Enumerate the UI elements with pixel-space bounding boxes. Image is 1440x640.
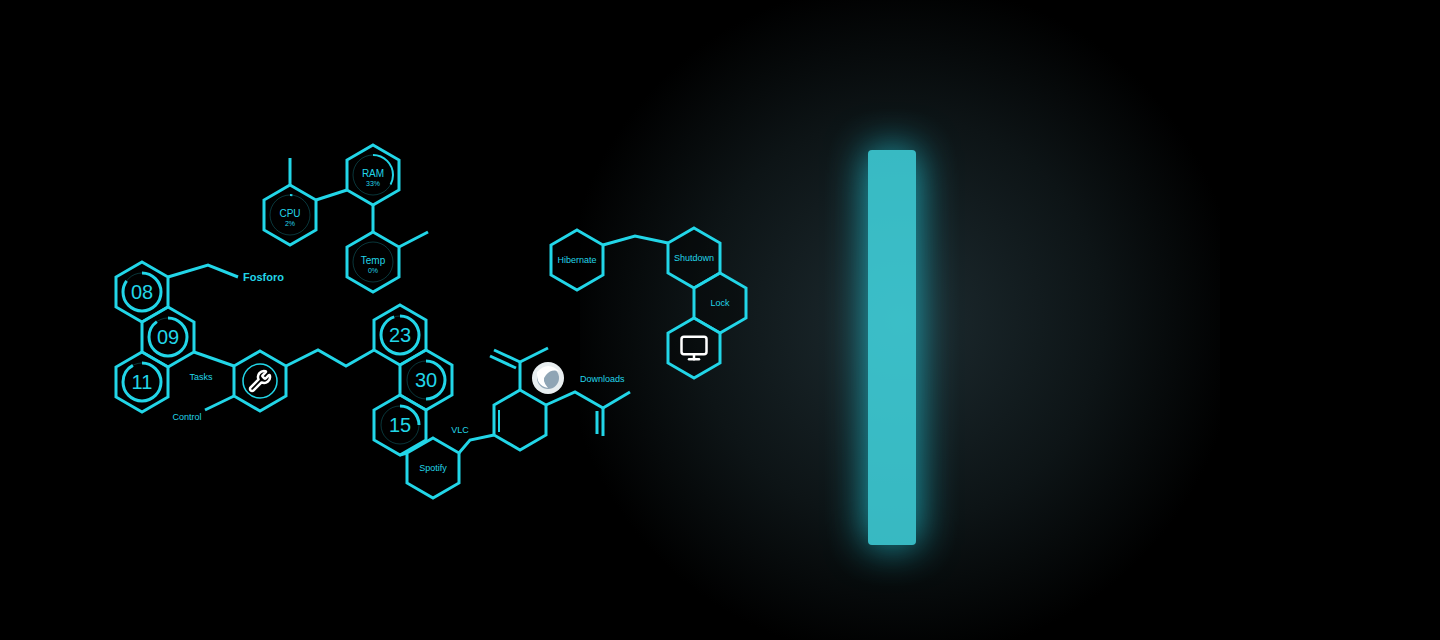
clock-ring <box>407 361 445 399</box>
tools-ring <box>243 364 277 398</box>
meter-ring <box>270 195 310 235</box>
computer-icon[interactable] <box>682 337 707 360</box>
firefox-icon[interactable] <box>532 362 564 394</box>
power-label[interactable]: Shutdown <box>674 253 714 263</box>
clock-ring <box>381 406 419 444</box>
date-ring <box>149 318 187 356</box>
launcher-label[interactable]: Control <box>172 412 201 422</box>
clock-value: 15 <box>389 414 411 436</box>
date-value: 11 <box>132 371 153 393</box>
date-ring <box>123 363 161 401</box>
power-hex[interactable] <box>551 230 603 290</box>
date-value: 09 <box>157 326 179 348</box>
meter-reading: 2% <box>285 220 295 227</box>
launcher-label[interactable]: Tasks <box>189 372 213 382</box>
date-label: Fosforo <box>243 271 284 283</box>
system-meter: Temp0% <box>347 232 399 292</box>
meter-hex <box>347 145 399 205</box>
system-meter: RAM33% <box>347 145 399 205</box>
wallpaper-photo <box>580 0 1220 640</box>
launcher-label[interactable]: Spotify <box>419 463 447 473</box>
launcher-label[interactable]: Downloads <box>580 374 625 384</box>
meter-ring <box>353 155 393 195</box>
rainmeter-widgets: CPU2% RAM33% Temp0% 08 09 11 Fosforo 23 30 15 Task… <box>0 0 1440 640</box>
connector-lines <box>168 158 668 455</box>
date-ring <box>123 273 161 311</box>
date-field: 11 <box>116 352 168 412</box>
meter-ring <box>353 242 393 282</box>
meter-label: RAM <box>362 168 384 179</box>
browser-hex <box>494 390 546 450</box>
power-button[interactable]: Hibernate <box>551 230 603 290</box>
spotify-hex[interactable] <box>407 438 459 498</box>
launcher-label[interactable]: VLC <box>451 425 469 435</box>
tools-hex[interactable] <box>234 351 286 411</box>
clock-value: 30 <box>415 369 437 391</box>
clock-value: 23 <box>389 324 411 346</box>
wrench-icon[interactable] <box>250 371 270 391</box>
meter-label: CPU <box>279 208 300 219</box>
clock-ring <box>381 316 419 354</box>
desktop: CPU2% RAM33% Temp0% 08 09 11 Fosforo 23 30 15 Task… <box>0 0 1440 640</box>
meter-hex <box>347 232 399 292</box>
meter-reading: 0% <box>368 267 378 274</box>
power-label[interactable]: Hibernate <box>557 255 596 265</box>
system-meter: CPU2% <box>264 185 316 245</box>
meter-hex <box>264 185 316 245</box>
computer-hex[interactable] <box>668 318 720 378</box>
date-value: 08 <box>131 281 153 303</box>
wallpaper-glow <box>868 150 916 545</box>
meter-label: Temp <box>361 255 386 266</box>
power-label[interactable]: Lock <box>710 298 730 308</box>
date-hex <box>116 352 168 412</box>
meter-reading: 33% <box>366 180 380 187</box>
